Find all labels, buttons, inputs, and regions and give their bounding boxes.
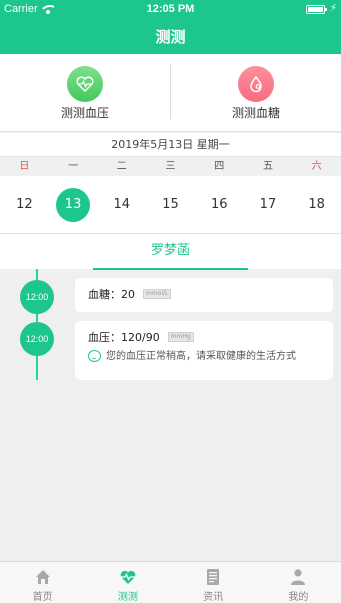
bottom-tab-bar: 首页 测测 资讯 我的 bbox=[0, 561, 341, 603]
tab-label: 我的 bbox=[288, 592, 309, 603]
measure-blood-sugar-button[interactable]: 测测血糖 bbox=[171, 54, 341, 132]
tab-label: 首页 bbox=[32, 592, 53, 603]
status-time: 12:05 PM bbox=[146, 3, 195, 15]
weekday-label: 日 bbox=[19, 161, 30, 172]
day-cell[interactable]: 12 bbox=[0, 176, 49, 233]
tab-label: 资讯 bbox=[203, 592, 224, 603]
measure-bp-label: 测测血压 bbox=[60, 106, 109, 120]
day-cell[interactable]: 17 bbox=[244, 176, 293, 233]
record-card-blood-sugar[interactable]: 血糖： 20 mmol/L bbox=[75, 278, 333, 312]
time-node: 12:00 bbox=[20, 280, 54, 314]
tab-home[interactable]: 首页 bbox=[0, 562, 85, 603]
heart-pulse-icon bbox=[120, 570, 136, 584]
current-date: 2019年5月13日 星期一 bbox=[0, 133, 341, 157]
tab-user[interactable]: 罗梦菡 bbox=[93, 234, 248, 270]
measure-blood-pressure-button[interactable]: 测测血压 bbox=[0, 54, 170, 132]
tab-news[interactable]: 资讯 bbox=[171, 562, 256, 603]
day-cell[interactable]: 16 bbox=[195, 176, 244, 233]
weekday-header: 日 一 二 三 四 五 六 bbox=[0, 157, 341, 176]
weekday-label: 六 bbox=[311, 161, 322, 172]
record-tip: 您的血压正常稍高，请采取健康的生活方式 bbox=[106, 351, 296, 362]
time-node: 12:00 bbox=[20, 322, 54, 356]
status-bar: Carrier 12:05 PM ⚡ bbox=[0, 0, 341, 20]
page-title: 测测 bbox=[155, 28, 186, 46]
weekday-label: 二 bbox=[116, 161, 127, 172]
day-cell-selected[interactable]: 13 bbox=[49, 176, 98, 233]
week-days-row: 12 13 14 15 16 17 18 bbox=[0, 176, 341, 233]
record-unit: mmHg bbox=[167, 332, 194, 342]
weekday-label: 五 bbox=[262, 161, 273, 172]
record-value: 20 bbox=[121, 287, 135, 301]
user-tabs: 罗梦菡 bbox=[0, 233, 341, 270]
battery-icon bbox=[306, 5, 327, 14]
record-unit: mmol/L bbox=[143, 289, 172, 299]
news-icon bbox=[207, 569, 220, 585]
home-icon bbox=[35, 570, 50, 584]
blood-drop-icon bbox=[238, 66, 274, 102]
charging-bolt-icon: ⚡ bbox=[329, 3, 337, 14]
tab-label: 测测 bbox=[117, 592, 138, 603]
day-cell[interactable]: 14 bbox=[97, 176, 146, 233]
tab-profile[interactable]: 我的 bbox=[256, 562, 341, 603]
tab-measure[interactable]: 测测 bbox=[85, 562, 170, 603]
record-label: 血压： bbox=[88, 331, 121, 344]
record-value: 120/90 bbox=[121, 330, 160, 344]
heart-pulse-icon bbox=[67, 66, 103, 102]
day-cell[interactable]: 15 bbox=[146, 176, 195, 233]
smile-icon bbox=[88, 350, 101, 362]
record-card-blood-pressure[interactable]: 血压： 120/90 mmHg 您的血压正常稍高，请采取健康的生活方式 bbox=[75, 321, 333, 380]
weekday-label: 三 bbox=[165, 161, 176, 172]
day-cell[interactable]: 18 bbox=[292, 176, 341, 233]
measure-bs-label: 测测血糖 bbox=[231, 106, 280, 120]
person-icon bbox=[291, 569, 306, 585]
app-header: Carrier 12:05 PM ⚡ 测测 bbox=[0, 0, 341, 54]
record-label: 血糖： bbox=[88, 288, 121, 301]
weekday-label: 四 bbox=[214, 161, 225, 172]
quick-actions: 测测血压 测测血糖 bbox=[0, 54, 341, 132]
weekday-label: 一 bbox=[68, 161, 79, 172]
